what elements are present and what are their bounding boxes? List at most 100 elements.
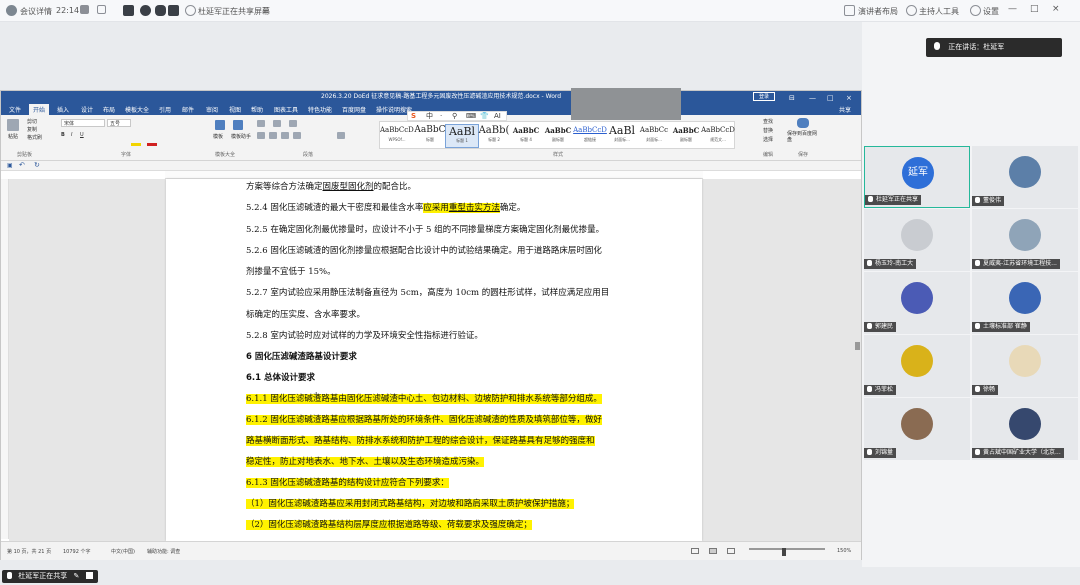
ime-ai-button[interactable]: AI [494, 112, 501, 121]
template-icon[interactable] [215, 120, 225, 130]
tab-design[interactable]: 设计 [81, 105, 93, 114]
layout-button[interactable]: 演讲者布局 [858, 6, 898, 17]
cloud-app-icon[interactable] [155, 5, 166, 16]
multilevel-list-icon[interactable] [289, 120, 297, 127]
document-page[interactable]: 方案等综合方法确定固废型固化剂的配合比。 5.2.4 固化压滤碱渣的最大干密度和最… [166, 179, 702, 541]
numbering-icon[interactable] [273, 120, 281, 127]
align-left-icon[interactable] [257, 132, 265, 139]
language[interactable]: 中文(中国) [111, 548, 135, 555]
italic-button[interactable]: I [71, 132, 72, 138]
maximize-button[interactable]: □ [1030, 4, 1039, 14]
bullets-icon[interactable] [257, 120, 265, 127]
document-paragraph[interactable]: 6.1.2 固化压滤碱渣路基应根据路基所处的环境条件、固化压滤碱渣的性质及填筑部… [246, 414, 602, 426]
zoom-slider-handle[interactable] [782, 548, 786, 556]
replace-button[interactable]: 替换 [763, 127, 773, 134]
template-help-icon[interactable] [233, 120, 243, 130]
tab-file[interactable]: 文件 [9, 105, 21, 114]
select-button[interactable]: 选择 [763, 136, 773, 143]
document-paragraph[interactable]: 标确定的压实度、含水率要求。 [246, 309, 365, 321]
document-paragraph[interactable]: （1）固化压滤碱渣路基应采用封闭式路基结构，对边坡和路肩采取土质护坡保护措施； [246, 498, 575, 510]
document-paragraph[interactable]: 5.2.6 固化压滤碱渣的固化剂掺量应根据配合比设计中的试验结果确定。用于道路路… [246, 245, 602, 257]
font-color-icon[interactable] [147, 143, 157, 146]
document-paragraph[interactable]: 路基横断面形式、路基结构、防排水系统和防护工程的综合设计，保证路基具有足够的强度… [246, 435, 595, 447]
document-paragraph[interactable]: 5.2.4 固化压滤碱渣的最大干密度和最佳含水率应采用重型击实方法确定。 [246, 202, 525, 214]
screen-icon[interactable] [85, 572, 93, 579]
style-subtitle[interactable]: AaBbC 副标题 [541, 124, 575, 148]
baidu-cloud-icon[interactable] [797, 118, 809, 128]
save-icon[interactable]: ▣ [7, 162, 13, 169]
tab-layout[interactable]: 布局 [103, 105, 115, 114]
document-paragraph[interactable]: （2）固化压滤碱渣路基结构层厚度应根据道路等级、荷载要求及强度确定； [246, 519, 532, 531]
word-count[interactable]: 10792 个字 [63, 548, 91, 555]
login-button[interactable]: 登录 [753, 92, 775, 101]
document-paragraph[interactable]: 5.2.7 室内试验应采用静压法制备直径为 5cm，高度为 10cm 的圆柱形试… [246, 287, 609, 299]
zoom-slider[interactable] [749, 548, 825, 550]
template-button[interactable]: 模板 [213, 133, 223, 140]
style-subtitle-2[interactable]: AaBbC 副标题 [669, 124, 703, 148]
participant-tile[interactable]: 郭建民 [864, 272, 970, 334]
meeting-info-label[interactable]: 会议详情 [20, 6, 52, 17]
style-heading-1[interactable]: AaBl 标题 1 [445, 124, 479, 148]
document-paragraph[interactable]: 6.1.3 固化压滤碱渣路基的结构设计应符合下列要求： [246, 477, 449, 489]
tab-help[interactable]: 帮助 [251, 105, 263, 114]
accessibility-status[interactable]: 辅助功能: 调查 [147, 548, 180, 555]
justify-icon[interactable] [293, 132, 301, 139]
bold-button[interactable]: B [61, 132, 65, 138]
tab-features[interactable]: 特色功能 [308, 105, 332, 114]
paste-icon[interactable] [7, 119, 19, 131]
pencil-icon[interactable]: ✎ [73, 572, 79, 580]
shading-icon[interactable] [337, 132, 345, 139]
copy-button[interactable]: 复制 [27, 126, 37, 133]
style-heading-4[interactable]: AaBbC 标题 4 [509, 124, 543, 148]
undo-icon[interactable]: ↶ [19, 161, 25, 169]
style-norm-text[interactable]: AaBbCcD 规范文... [701, 124, 735, 148]
tab-baidu[interactable]: 百度网盘 [342, 105, 366, 114]
document-paragraph[interactable]: 剂掺量不宜低于 15%。 [246, 266, 336, 278]
layout-icon[interactable] [844, 5, 855, 16]
share-button[interactable]: 共享 [839, 105, 851, 114]
screenshot-icon[interactable] [168, 5, 179, 16]
tab-mailings[interactable]: 邮件 [182, 105, 194, 114]
document-paragraph[interactable]: 6.1.1 固化压滤碱渣路基由固化压滤碱渣中心土、包边材料、边坡防护和排水系统等… [246, 393, 602, 405]
find-button[interactable]: 查找 [763, 118, 773, 125]
font-size-select[interactable]: 五号 [107, 119, 131, 127]
participant-tile[interactable]: 黄占斌中国矿业大学（北京... [972, 398, 1078, 460]
page-count[interactable]: 第 10 页，共 21 页 [7, 548, 51, 555]
align-right-icon[interactable] [281, 132, 289, 139]
participant-tile[interactable]: 夏威夷-江苏省环境工程技... [972, 209, 1078, 271]
tab-home[interactable]: 开始 [29, 104, 50, 115]
style-wpsoffice[interactable]: AaBbCcDc WPSOf... [380, 124, 414, 148]
participant-tile[interactable]: 董俊伟 [972, 146, 1078, 208]
close-button[interactable]: × [1052, 4, 1060, 14]
share-indicator[interactable]: 杜延军正在共享 ✎ [2, 570, 98, 583]
tab-templates[interactable]: 模板大全 [125, 105, 149, 114]
web-layout-icon[interactable] [727, 548, 735, 554]
host-icon[interactable] [906, 5, 917, 16]
underline-button[interactable]: U [80, 132, 84, 138]
gear-icon[interactable] [970, 5, 981, 16]
format-painter-button[interactable]: 格式刷 [27, 134, 42, 141]
document-paragraph[interactable]: 稳定性，防止对地表水、地下水、土壤以及生态环境造成污染。 [246, 456, 485, 468]
participant-tile[interactable]: 刘锦量 [864, 398, 970, 460]
document-paragraph[interactable]: 5.2.8 室内试验时应对试样的力学及环境安全性指标进行验证。 [246, 330, 483, 342]
ime-keyboard-icon[interactable]: ⌨ [466, 112, 476, 121]
style-hyperlink[interactable]: AaBbCcD 超链接 [573, 124, 607, 148]
scroll-handle[interactable] [855, 342, 860, 350]
style-heading-2[interactable]: AaBb(标题 2 [477, 124, 511, 148]
participant-tile[interactable]: 杨玉玲-南工大 [864, 209, 970, 271]
style-title[interactable]: AaBbC 标题 [413, 124, 447, 148]
pin-icon[interactable] [80, 5, 89, 14]
ime-logo-icon[interactable]: S [411, 112, 416, 121]
record-icon[interactable] [140, 5, 151, 16]
ime-voice-icon[interactable]: ⚲ [452, 112, 457, 121]
template-help-button[interactable]: 模板助手 [231, 133, 251, 140]
tab-view[interactable]: 视图 [229, 105, 241, 114]
ime-skin-icon[interactable]: 👕 [480, 112, 489, 121]
host-tools-button[interactable]: 主持人工具 [919, 6, 959, 17]
sharing-menu-icon[interactable]: ☰ [262, 6, 269, 15]
zoom-level[interactable]: 150% [837, 548, 851, 554]
ime-chinese-button[interactable]: 中 [426, 112, 433, 121]
style-cover-title-2[interactable]: AaBbCc 封面标... [637, 124, 671, 148]
style-cover-title-1[interactable]: AaBl 封面标... [605, 124, 639, 148]
note-icon[interactable] [123, 5, 134, 16]
